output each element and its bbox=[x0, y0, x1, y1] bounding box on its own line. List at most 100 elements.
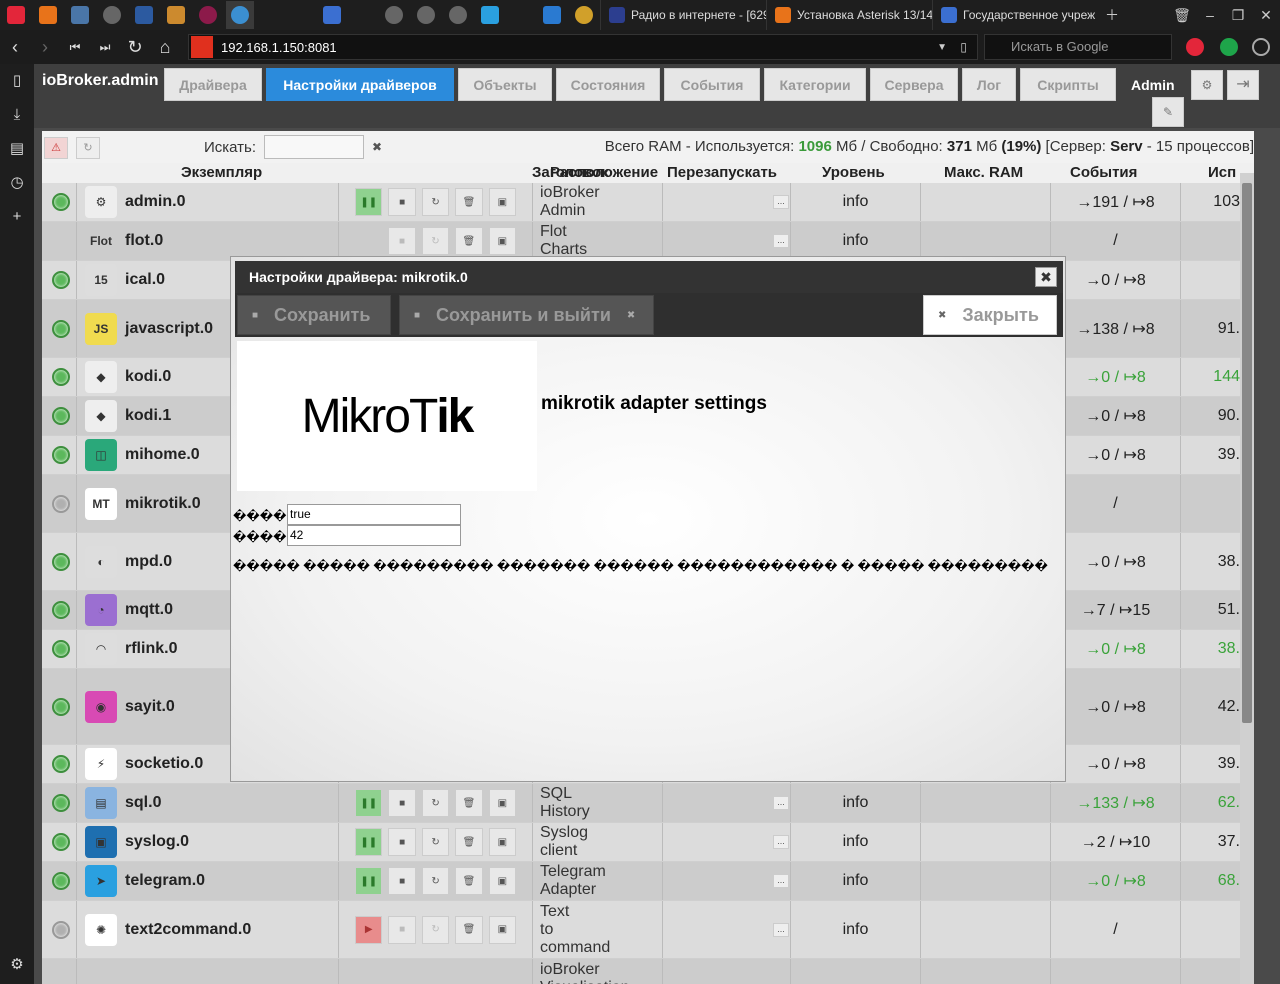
rewind-icon[interactable]: ⏮ bbox=[60, 40, 90, 55]
vivaldi-menu-icon[interactable] bbox=[2, 1, 30, 29]
pinned-tab-icon[interactable] bbox=[130, 1, 158, 29]
delete-icon[interactable]: 🗑 bbox=[455, 227, 483, 255]
restart-icon[interactable]: ↻ bbox=[421, 867, 450, 895]
delete-icon[interactable]: 🗑 bbox=[455, 828, 483, 856]
restart-schedule-button[interactable]: ... bbox=[773, 835, 789, 849]
restart-schedule-button[interactable]: ... bbox=[773, 874, 789, 888]
expert-mode-icon[interactable]: ⚠ bbox=[44, 137, 68, 159]
forward-icon[interactable]: › bbox=[30, 37, 60, 58]
add-panel-icon[interactable]: + bbox=[0, 200, 34, 234]
trash-icon[interactable]: 🗑 bbox=[1168, 7, 1196, 24]
pinned-tab-icon[interactable] bbox=[34, 1, 62, 29]
minimize-icon[interactable]: – bbox=[1196, 7, 1224, 23]
reload-icon[interactable]: ↻ bbox=[76, 137, 100, 159]
edit-pencil-icon[interactable]: ✎ bbox=[1152, 97, 1184, 127]
delete-icon[interactable]: 🗑 bbox=[455, 915, 483, 944]
tab-enums[interactable]: Категории bbox=[764, 68, 866, 101]
config-icon[interactable]: ■ bbox=[388, 915, 416, 944]
col-restart[interactable]: Перезапускать bbox=[667, 164, 777, 181]
table-scrollbar[interactable] bbox=[1240, 173, 1254, 984]
tab-objects[interactable]: Объекты bbox=[458, 68, 552, 101]
pinned-tab-icon[interactable] bbox=[318, 1, 346, 29]
fast-forward-icon[interactable]: ⏭ bbox=[90, 40, 120, 55]
delete-icon[interactable]: 🗑 bbox=[455, 789, 483, 817]
config-icon[interactable]: ■ bbox=[388, 789, 416, 817]
log-level[interactable]: info bbox=[843, 872, 869, 890]
pinned-tab-icon[interactable] bbox=[570, 1, 598, 29]
web-search-input[interactable]: Искать в Google bbox=[984, 34, 1172, 60]
close-button[interactable]: ✖ Закрыть bbox=[923, 295, 1057, 335]
config-icon[interactable]: ■ bbox=[388, 227, 416, 255]
instance-search-input[interactable] bbox=[264, 135, 364, 159]
new-tab-icon[interactable]: ＋ bbox=[1098, 5, 1126, 25]
tab-events[interactable]: События bbox=[664, 68, 760, 101]
restart-schedule-button[interactable]: ... bbox=[773, 234, 789, 248]
pause-icon[interactable]: ❚❚ bbox=[355, 789, 383, 817]
scrollbar-thumb[interactable] bbox=[1242, 183, 1252, 723]
extension-icon[interactable] bbox=[1186, 38, 1204, 56]
close-icon[interactable]: ✖ bbox=[1035, 267, 1057, 287]
save-button[interactable]: ■ Сохранить bbox=[237, 295, 391, 335]
web-icon[interactable]: ▣ bbox=[488, 188, 517, 216]
web-icon[interactable]: ▣ bbox=[488, 867, 517, 895]
web-icon[interactable]: ▣ bbox=[488, 227, 517, 255]
extension-icon[interactable] bbox=[1220, 38, 1238, 56]
restart-icon[interactable]: ↻ bbox=[421, 188, 450, 216]
pinned-tab-icon[interactable] bbox=[412, 1, 440, 29]
col-max-ram[interactable]: Макс. RAM bbox=[944, 164, 1023, 181]
settings-gear-icon[interactable]: ⚙ bbox=[0, 948, 34, 982]
pinned-tab-icon[interactable] bbox=[444, 1, 472, 29]
back-icon[interactable]: ‹ bbox=[0, 37, 30, 58]
browser-tab[interactable]: Государственное учреж bbox=[932, 0, 1098, 30]
col-level[interactable]: Уровень bbox=[822, 164, 885, 181]
log-level[interactable]: info bbox=[843, 232, 869, 250]
pause-icon[interactable]: ▶ bbox=[355, 915, 383, 944]
tab-hosts[interactable]: Сервера bbox=[870, 68, 958, 101]
log-level[interactable]: info bbox=[843, 794, 869, 812]
tab-instances[interactable]: Настройки драйверов bbox=[266, 68, 454, 101]
web-icon[interactable]: ▣ bbox=[488, 789, 517, 817]
pause-icon[interactable]: ❚❚ bbox=[355, 828, 383, 856]
pinned-tab-icon[interactable] bbox=[380, 1, 408, 29]
dropdown-arrow-icon[interactable]: ▼ bbox=[937, 42, 947, 53]
config-icon[interactable]: ■ bbox=[388, 828, 416, 856]
restart-schedule-button[interactable]: ... bbox=[773, 195, 789, 209]
downloads-icon[interactable]: ⤓ bbox=[0, 98, 34, 132]
web-icon[interactable]: ▣ bbox=[488, 828, 517, 856]
web-icon[interactable]: ▣ bbox=[488, 915, 517, 944]
extension-icon[interactable] bbox=[1252, 38, 1270, 56]
pinned-tab-icon[interactable] bbox=[66, 1, 94, 29]
maximize-icon[interactable]: ❐ bbox=[1224, 7, 1252, 24]
clear-search-icon[interactable]: ✖ bbox=[372, 140, 382, 154]
log-level[interactable]: info bbox=[843, 833, 869, 851]
pinned-tab-icon[interactable] bbox=[194, 1, 222, 29]
save-and-close-button[interactable]: ■ Сохранить и выйти ✖ bbox=[399, 295, 654, 335]
url-field[interactable]: 192.168.1.150:8081 ▼ ▯ bbox=[188, 34, 978, 60]
tab-scripts[interactable]: Скрипты bbox=[1020, 68, 1116, 101]
log-level[interactable]: info bbox=[843, 921, 869, 939]
restart-icon[interactable]: ↻ bbox=[421, 828, 450, 856]
col-events[interactable]: События bbox=[1070, 164, 1137, 181]
config-icon[interactable]: ■ bbox=[388, 188, 416, 216]
history-icon[interactable]: ◷ bbox=[0, 166, 34, 200]
restart-icon[interactable]: ↻ bbox=[421, 789, 450, 817]
bookmarks-icon[interactable]: ▯ bbox=[0, 64, 34, 98]
pinned-tab-icon[interactable] bbox=[98, 1, 126, 29]
settings-gear-icon[interactable]: ⚙ bbox=[1191, 70, 1223, 100]
pinned-tab-icon[interactable] bbox=[162, 1, 190, 29]
restart-icon[interactable]: ↻ bbox=[421, 227, 450, 255]
delete-icon[interactable]: 🗑 bbox=[455, 188, 483, 216]
reload-icon[interactable]: ↻ bbox=[120, 37, 150, 58]
close-window-icon[interactable]: ✕ bbox=[1252, 7, 1280, 24]
pinned-tab-icon[interactable] bbox=[538, 1, 566, 29]
col-location[interactable]: Расположение bbox=[550, 164, 658, 181]
bookmark-icon[interactable]: ▯ bbox=[960, 40, 967, 54]
tab-adapters[interactable]: Драйвера bbox=[164, 68, 262, 101]
restart-schedule-button[interactable]: ... bbox=[773, 796, 789, 810]
field2-input[interactable]: 42 bbox=[287, 525, 461, 546]
tab-states[interactable]: Состояния bbox=[556, 68, 660, 101]
tab-log[interactable]: Лог bbox=[962, 68, 1016, 101]
field1-input[interactable]: true bbox=[287, 504, 461, 525]
restart-schedule-button[interactable]: ... bbox=[773, 922, 789, 937]
config-icon[interactable]: ■ bbox=[388, 867, 416, 895]
